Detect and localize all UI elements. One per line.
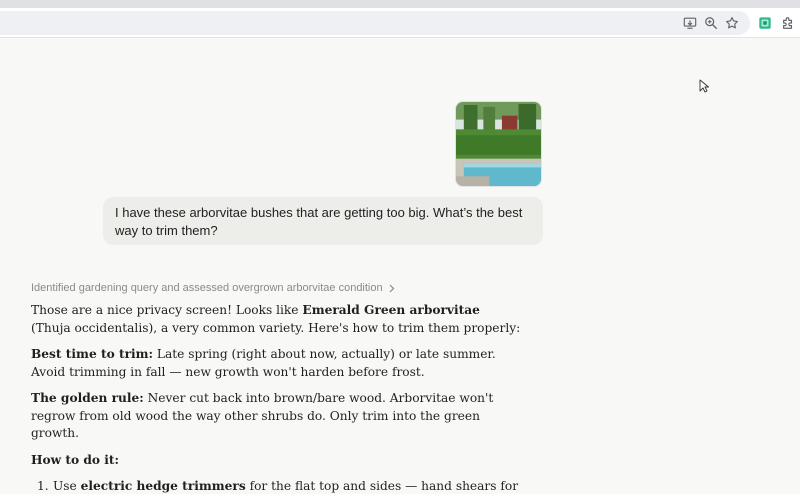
text-run: Use: [53, 479, 81, 493]
response-paragraph: The golden rule: Never cut back into bro…: [31, 390, 521, 443]
bold-run: electric hedge trimmers: [80, 479, 246, 493]
zoom-icon[interactable]: [702, 14, 720, 32]
text-run: (Thuja occidentalis), a very common vari…: [31, 320, 521, 335]
extension-badge-icon[interactable]: [756, 14, 774, 32]
list-number: 1.: [37, 479, 49, 493]
assistant-response: Those are a nice privacy screen! Looks l…: [31, 302, 521, 494]
photo-thumbnail-icon: [456, 102, 541, 186]
steps-list: 1. Use electric hedge trimmers for the fl…: [31, 478, 521, 494]
extensions-puzzle-icon[interactable]: [779, 14, 797, 32]
list-item: 1. Use electric hedge trimmers for the fl…: [31, 478, 521, 494]
thinking-summary-label: Identified gardening query and assessed …: [31, 282, 383, 294]
bold-run: Emerald Green arborvitae: [302, 303, 480, 317]
bookmark-star-icon[interactable]: [723, 14, 741, 32]
user-message: I have these arborvitae bushes that are …: [103, 197, 543, 245]
bold-run: Best time to trim:: [31, 347, 154, 361]
install-app-icon[interactable]: [681, 14, 699, 32]
user-message-text: I have these arborvitae bushes that are …: [115, 205, 523, 238]
bold-run: How to do it:: [31, 452, 120, 467]
uploaded-photo[interactable]: [455, 101, 542, 187]
tab-strip: [0, 0, 800, 8]
response-paragraph: Best time to trim: Late spring (right ab…: [31, 346, 521, 381]
browser-toolbar: [0, 8, 800, 38]
address-bar[interactable]: [0, 11, 750, 35]
response-paragraph: Those are a nice privacy screen! Looks l…: [31, 302, 521, 337]
bold-run: The golden rule:: [31, 391, 144, 405]
text-run: Those are a nice privacy screen! Looks l…: [31, 303, 303, 317]
response-heading: How to do it:: [31, 452, 521, 470]
thinking-summary-toggle[interactable]: Identified gardening query and assessed …: [31, 282, 395, 294]
mouse-cursor-icon: [699, 79, 709, 93]
chevron-right-icon: [389, 284, 394, 292]
